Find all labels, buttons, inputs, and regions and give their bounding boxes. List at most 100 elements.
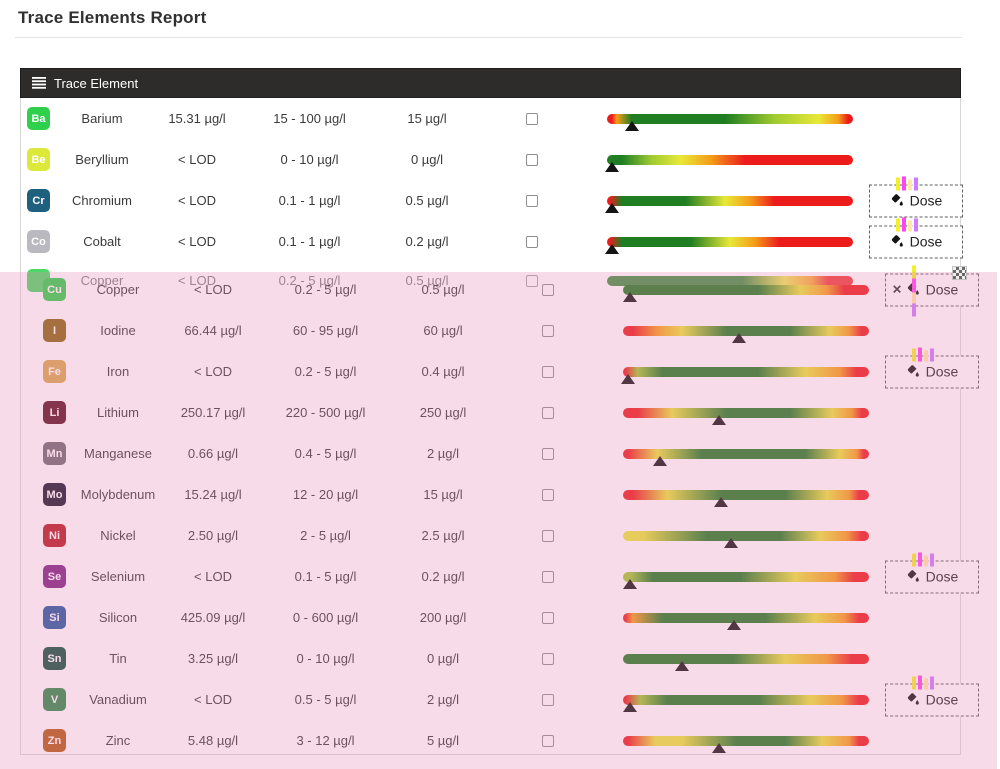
row-checkbox-ghost: [526, 275, 538, 287]
element-name: Chromium: [57, 193, 147, 208]
row-checkbox[interactable]: [542, 735, 554, 747]
table-row: Be Beryllium < LOD 0 - 10 µg/l 0 µg/l: [21, 139, 960, 180]
table-row: Cr Chromium < LOD 0.1 - 1 µg/l 0.5 µg/l: [21, 180, 960, 221]
measured-value: < LOD: [163, 692, 263, 707]
dose-button[interactable]: Dose: [869, 225, 963, 258]
gauge-bar: [623, 408, 869, 418]
gauge-bar: [623, 326, 869, 336]
reference-value: 0.5 µg/l: [388, 282, 498, 297]
element-badge: Se: [43, 565, 66, 588]
table-row: Mo Molybdenum 15.24 µg/l 12 - 20 µg/l 15…: [37, 474, 976, 515]
row-checkbox[interactable]: [526, 113, 538, 125]
reference-range: 0 - 10 µg/l: [263, 651, 388, 666]
element-badge: Mn: [43, 442, 66, 465]
measured-value: < LOD: [163, 569, 263, 584]
reference-value: 2.5 µg/l: [388, 528, 498, 543]
element-badge: Co: [27, 230, 50, 253]
reference-value: 0 µg/l: [388, 651, 498, 666]
element-name: Iodine: [73, 323, 163, 338]
row-checkbox[interactable]: [542, 571, 554, 583]
row-checkbox[interactable]: [542, 407, 554, 419]
element-badge: Ba: [27, 107, 50, 130]
element-badge: Si: [43, 606, 66, 629]
dose-icon: [906, 365, 920, 379]
reference-value: 2 µg/l: [388, 446, 498, 461]
gauge-marker: [625, 121, 639, 131]
dose-button[interactable]: Dose: [869, 184, 963, 217]
table-row: Mn Manganese 0.66 µg/l 0.4 - 5 µg/l 2 µg…: [37, 433, 976, 474]
measured-value: < LOD: [163, 364, 263, 379]
dose-label: Dose: [910, 193, 943, 209]
measured-value: < LOD: [147, 234, 247, 249]
gauge-bar: [623, 736, 869, 746]
reference-range: 0.1 - 1 µg/l: [247, 193, 372, 208]
gauge-marker: [605, 162, 619, 172]
table-row: Li Lithium 250.17 µg/l 220 - 500 µg/l 25…: [37, 392, 976, 433]
dose-label: Dose: [926, 364, 959, 380]
gauge-marker: [623, 579, 637, 589]
gauge-bar: [623, 654, 869, 664]
row-checkbox[interactable]: [542, 325, 554, 337]
table-row: I Iodine 66.44 µg/l 60 - 95 µg/l 60 µg/l: [37, 310, 976, 351]
gauge-marker: [675, 661, 689, 671]
gauge-bar: [623, 490, 869, 500]
reference-range: 0 - 600 µg/l: [263, 610, 388, 625]
gauge-bar: [607, 114, 853, 124]
table-row: Ni Nickel 2.50 µg/l 2 - 5 µg/l 2.5 µg/l: [37, 515, 976, 556]
dose-button[interactable]: Dose: [885, 355, 979, 388]
reference-range: 0.4 - 5 µg/l: [263, 446, 388, 461]
row-checkbox[interactable]: [542, 653, 554, 665]
element-badge: Ni: [43, 524, 66, 547]
menu-icon[interactable]: [32, 77, 46, 89]
reference-value: 15 µg/l: [372, 111, 482, 126]
row-checkbox[interactable]: [542, 530, 554, 542]
row-checkbox[interactable]: [526, 195, 538, 207]
panel-header: Trace Element: [20, 68, 961, 98]
glitch-x: ✕: [892, 282, 902, 296]
reference-value: 250 µg/l: [388, 405, 498, 420]
panel-title: Trace Element: [54, 76, 138, 91]
gauge-bar: [623, 613, 869, 623]
dose-button[interactable]: ✕ Dose: [885, 273, 979, 306]
gauge-marker: [653, 456, 667, 466]
element-badge: Be: [27, 148, 50, 171]
glitch-streaks: [896, 217, 918, 231]
table-row: Sn Tin 3.25 µg/l 0 - 10 µg/l 0 µg/l: [37, 638, 976, 679]
dose-icon: [906, 693, 920, 707]
gauge-bar: [623, 531, 869, 541]
element-name: Silicon: [73, 610, 163, 625]
gauge-marker: [605, 203, 619, 213]
element-name: Lithium: [73, 405, 163, 420]
measured-value: < LOD: [147, 193, 247, 208]
reference-value: 60 µg/l: [388, 323, 498, 338]
element-name: Barium: [57, 111, 147, 126]
dose-label: Dose: [926, 282, 959, 298]
gauge-marker: [712, 415, 726, 425]
row-checkbox[interactable]: [526, 236, 538, 248]
element-name: Nickel: [73, 528, 163, 543]
row-checkbox[interactable]: [526, 154, 538, 166]
gauge-bar: [623, 695, 869, 705]
row-checkbox[interactable]: [542, 366, 554, 378]
gauge-marker: [727, 620, 741, 630]
reference-value: 0 µg/l: [372, 152, 482, 167]
reference-range: 0 - 10 µg/l: [247, 152, 372, 167]
table-row: Ba Barium 15.31 µg/l 15 - 100 µg/l 15 µg…: [21, 98, 960, 139]
measured-value: 5.48 µg/l: [163, 733, 263, 748]
element-name: Zinc: [73, 733, 163, 748]
row-checkbox[interactable]: [542, 612, 554, 624]
glitch-streaks: [912, 347, 934, 361]
dose-button[interactable]: Dose: [885, 560, 979, 593]
element-name: Vanadium: [73, 692, 163, 707]
row-checkbox[interactable]: [542, 448, 554, 460]
element-badge: Fe: [43, 360, 66, 383]
gauge-bar: [607, 237, 853, 247]
gauge-marker: [621, 374, 635, 384]
element-badge: Cr: [27, 189, 50, 212]
row-checkbox[interactable]: [542, 489, 554, 501]
reference-value: 2 µg/l: [388, 692, 498, 707]
table-row: Se Selenium < LOD 0.1 - 5 µg/l 0.2 µg/l: [37, 556, 976, 597]
dose-button[interactable]: Dose: [885, 683, 979, 716]
row-checkbox[interactable]: [542, 284, 554, 296]
row-checkbox[interactable]: [542, 694, 554, 706]
